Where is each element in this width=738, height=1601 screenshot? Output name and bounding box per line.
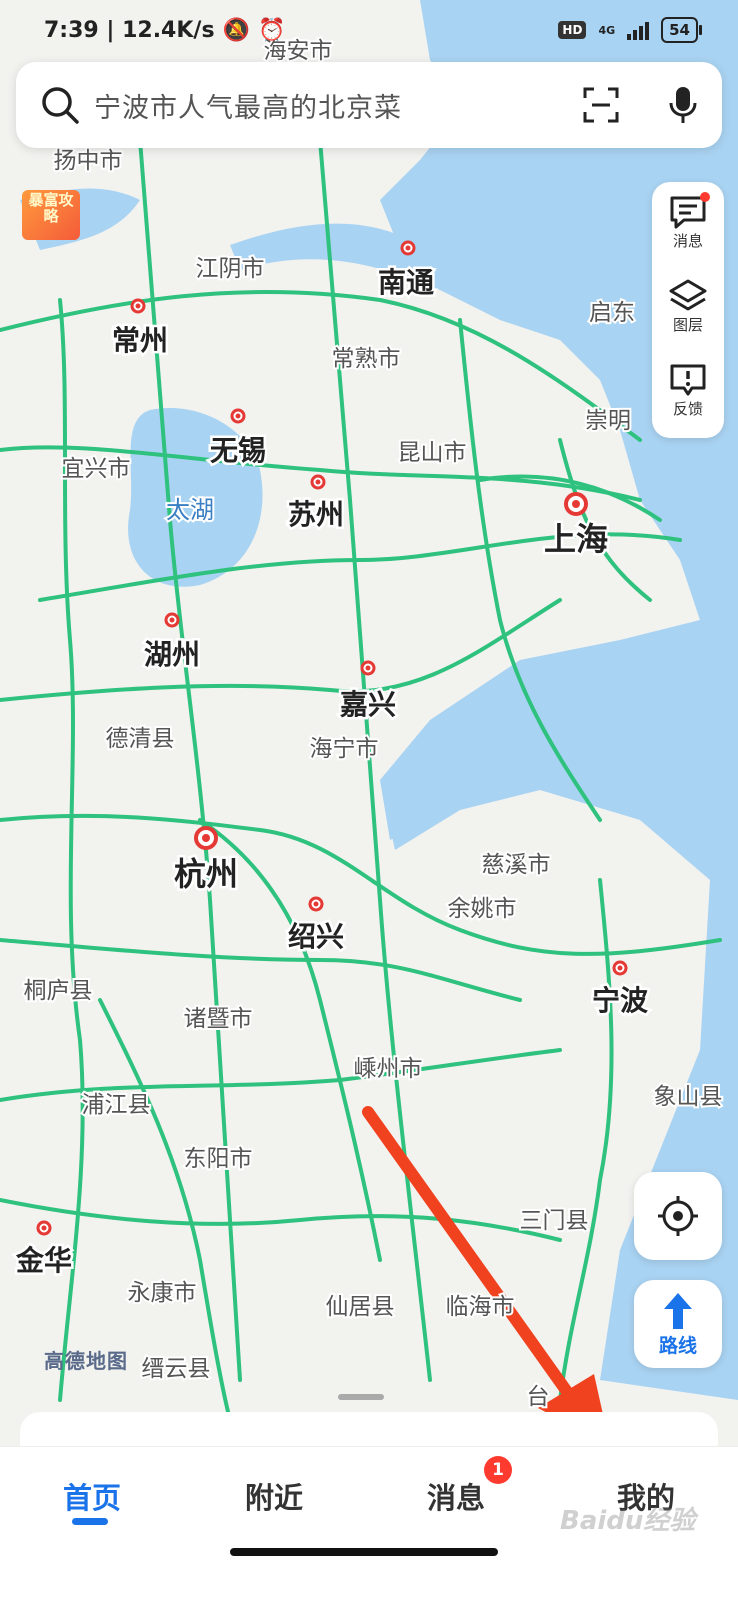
town-label: 东阳市 xyxy=(184,1146,253,1172)
city-label: 金华 xyxy=(15,1244,72,1277)
city-label: 嘉兴 xyxy=(340,688,396,721)
signal-icon xyxy=(627,20,650,40)
town-label: 海宁市 xyxy=(310,736,379,762)
alarm-icon: ⏰ xyxy=(257,17,286,43)
town-label: 台 xyxy=(527,1384,550,1410)
town-label: 嵊州市 xyxy=(354,1056,423,1082)
search-bar[interactable]: 宁波市人气最高的北京菜 xyxy=(16,62,722,148)
town-label: 浦江县 xyxy=(82,1092,151,1118)
town-label: 仙居县 xyxy=(326,1294,395,1320)
battery-icon: 54 xyxy=(661,17,702,43)
city-marker-center xyxy=(315,479,321,485)
route-button[interactable]: 路线 xyxy=(634,1280,722,1368)
search-icon xyxy=(42,87,79,124)
city-marker-center xyxy=(313,901,319,907)
map-attribution: 高德地图 xyxy=(44,1349,128,1373)
town-label: 常熟市 xyxy=(332,346,401,372)
city-label: 上海 xyxy=(544,520,608,558)
network-label: 4G xyxy=(598,23,616,37)
town-label: 象山县 xyxy=(654,1084,723,1110)
town-label: 崇明 xyxy=(585,408,631,434)
tool-layers[interactable]: 图层 xyxy=(668,278,708,350)
town-label: 太湖 xyxy=(166,496,214,524)
town-label: 江阴市 xyxy=(196,256,265,282)
feedback-icon xyxy=(670,364,706,396)
route-arrow-icon xyxy=(664,1292,692,1329)
city-label: 常州 xyxy=(112,324,168,357)
mute-icon: 🔕 xyxy=(222,17,250,43)
town-label: 缙云县 xyxy=(142,1356,211,1382)
town-label: 宜兴市 xyxy=(62,456,131,482)
locate-icon xyxy=(658,1196,698,1236)
route-label: 路线 xyxy=(658,1334,697,1357)
map-tool-panel: 消息 图层 反馈 xyxy=(652,182,724,438)
notification-dot xyxy=(700,192,710,202)
messages-badge: 1 xyxy=(484,1456,512,1484)
locate-button[interactable] xyxy=(634,1172,722,1260)
town-label: 永康市 xyxy=(128,1280,197,1306)
map-view[interactable]: 南通常州无锡 苏州上海湖州嘉兴杭州绍兴宁波金华 扬中市江阴市常熟市 启东崇明宜兴市 昆… xyxy=(0,0,738,1601)
town-label: 扬中市 xyxy=(54,148,123,174)
promo-badge[interactable]: 暴富攻略 xyxy=(22,190,80,240)
city-marker-center xyxy=(365,665,371,671)
tool-layers-label: 图层 xyxy=(672,316,703,334)
city-label: 苏州 xyxy=(288,498,344,531)
town-label: 临海市 xyxy=(446,1294,515,1320)
tool-feedback-label: 反馈 xyxy=(672,400,703,418)
mic-icon[interactable] xyxy=(668,85,698,125)
town-label: 诸暨市 xyxy=(184,1006,253,1032)
city-label: 南通 xyxy=(378,266,434,299)
city-label: 宁波 xyxy=(592,984,649,1017)
tool-message-label: 消息 xyxy=(672,232,703,250)
nav-home[interactable]: 首页 xyxy=(32,1475,152,1517)
watermark: Baidu经验 xyxy=(560,1506,696,1536)
town-label: 昆山市 xyxy=(398,440,467,466)
town-label: 余姚市 xyxy=(448,896,517,922)
city-label: 湖州 xyxy=(144,638,200,671)
nav-active-indicator xyxy=(72,1518,108,1525)
status-bar: 7:39 | 12.4K/s 🔕 ⏰ HD 4G 54 xyxy=(0,0,738,60)
town-label: 慈溪市 xyxy=(482,852,551,878)
town-label: 启东 xyxy=(589,300,635,326)
layers-icon xyxy=(669,279,707,311)
nav-nearby[interactable]: 附近 xyxy=(214,1475,334,1517)
search-input[interactable]: 宁波市人气最高的北京菜 xyxy=(94,86,582,125)
town-label: 桐庐县 xyxy=(24,978,93,1004)
scan-icon[interactable] xyxy=(582,86,620,124)
city-marker-center xyxy=(202,834,210,842)
town-label: 德清县 xyxy=(106,726,175,752)
city-marker-center xyxy=(235,413,241,419)
home-indicator[interactable] xyxy=(230,1548,498,1556)
town-label: 三门县 xyxy=(520,1208,589,1234)
city-label: 无锡 xyxy=(210,434,266,467)
city-marker-center xyxy=(572,500,580,508)
city-marker-center xyxy=(135,303,141,309)
hd-badge: HD xyxy=(558,21,587,39)
city-marker-center xyxy=(405,245,411,251)
status-time: 7:39 | 12.4K/s xyxy=(44,17,215,43)
city-label: 绍兴 xyxy=(288,920,344,953)
city-marker-center xyxy=(617,965,623,971)
tool-message[interactable]: 消息 xyxy=(668,192,710,266)
city-marker-center xyxy=(169,617,175,623)
tool-feedback[interactable]: 反馈 xyxy=(668,362,708,434)
city-label: 杭州 xyxy=(174,855,238,893)
sheet-handle[interactable] xyxy=(338,1394,384,1400)
city-marker-center xyxy=(41,1225,47,1231)
